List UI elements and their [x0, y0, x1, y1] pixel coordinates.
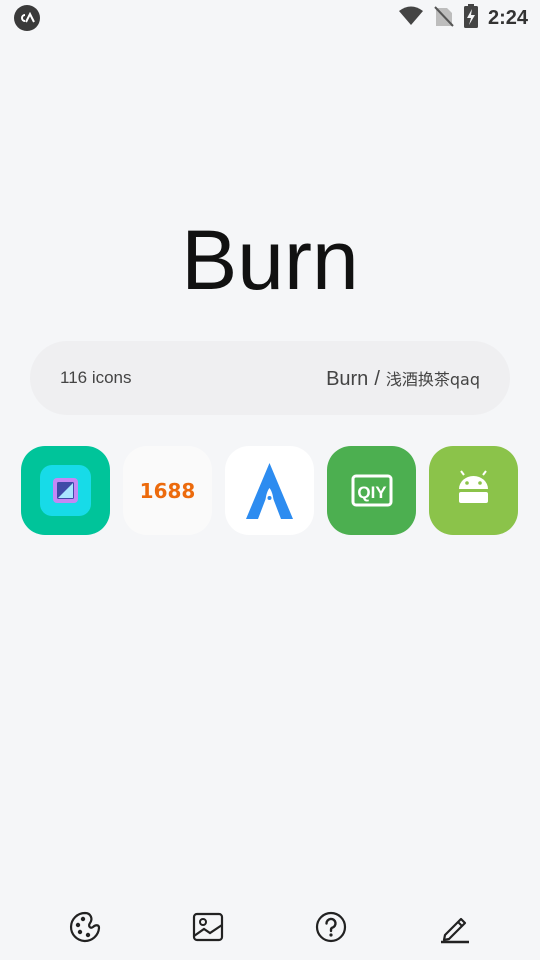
- battery-charging-icon: [463, 4, 478, 32]
- author-info: Burn / 浅酒换茶qaq: [326, 366, 480, 391]
- app-logo-icon: [14, 5, 40, 31]
- status-bar: 2:24: [0, 0, 540, 36]
- author-name: Burn: [326, 367, 369, 390]
- edit-icon[interactable]: [437, 909, 473, 945]
- icon-count: 116 icons: [60, 368, 132, 387]
- no-sim-icon: [434, 5, 454, 31]
- android-app-icon[interactable]: [429, 446, 518, 535]
- rocket-a-app-icon[interactable]: [225, 446, 314, 535]
- status-icons: 2:24: [398, 4, 528, 32]
- bottom-navigation: [0, 895, 540, 959]
- icon-preview-row: 1688 QIY: [21, 446, 519, 535]
- wallpaper-icon[interactable]: [190, 909, 226, 945]
- wifi-icon: [398, 6, 424, 30]
- author-credit: 浅酒换茶qaq: [385, 369, 480, 389]
- 1688-app-icon[interactable]: 1688: [123, 446, 212, 535]
- gallery-app-icon[interactable]: [21, 446, 110, 535]
- palette-icon[interactable]: [67, 909, 103, 945]
- icon-pack-info: 116 icons Burn / 浅酒换茶qaq: [30, 341, 510, 415]
- status-time: 2:24: [487, 7, 528, 29]
- help-icon[interactable]: [313, 909, 349, 945]
- author-separator: /: [374, 367, 380, 390]
- iqiyi-app-icon[interactable]: QIY: [327, 446, 416, 535]
- 1688-label: 1688: [140, 479, 196, 503]
- iqiyi-label: QIY: [357, 483, 387, 502]
- page-title: Burn: [181, 213, 359, 307]
